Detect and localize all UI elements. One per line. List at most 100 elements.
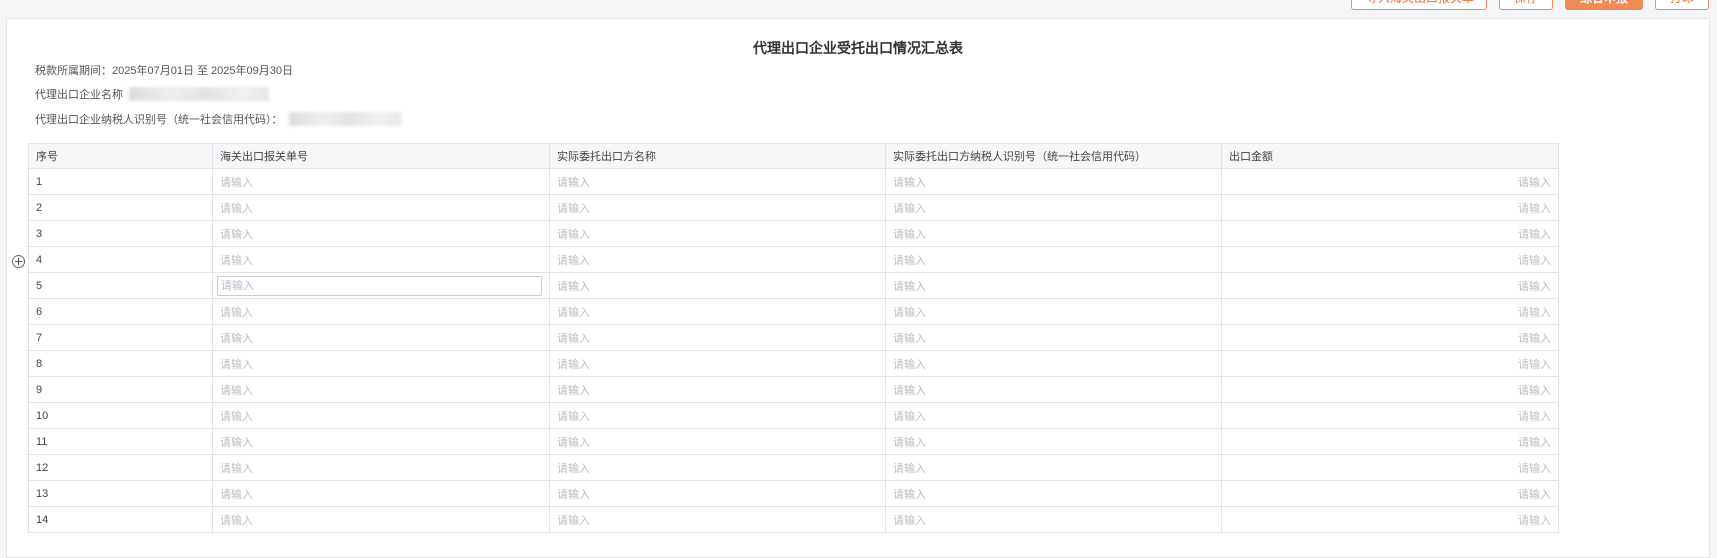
customs-declaration-no-input[interactable]: 请输入	[220, 177, 253, 189]
consignor-name-input[interactable]: 请输入	[557, 359, 590, 371]
import-customs-declaration-button[interactable]: 导入海关出口报关单	[1351, 0, 1487, 10]
consignor-taxpayer-id-input[interactable]: 请输入	[893, 489, 926, 501]
save-button[interactable]: 保存	[1499, 0, 1553, 10]
export-amount-input[interactable]: 请输入	[1518, 437, 1551, 449]
row-index: 9	[28, 376, 213, 403]
export-amount-input[interactable]: 请输入	[1518, 489, 1551, 501]
table-cell: 请输入	[549, 376, 886, 403]
consignor-taxpayer-id-input[interactable]: 请输入	[893, 437, 926, 449]
consignor-taxpayer-id-input[interactable]: 请输入	[893, 359, 926, 371]
consignor-name-input[interactable]: 请输入	[557, 489, 590, 501]
table-cell: 请输入	[549, 246, 886, 273]
consignor-taxpayer-id-input[interactable]: 请输入	[893, 333, 926, 345]
table-cell: 请输入	[885, 480, 1222, 507]
consignor-name-input[interactable]: 请输入	[557, 177, 590, 189]
customs-declaration-no-input[interactable]: 请输入	[220, 515, 253, 527]
table-header-row: 序号 海关出口报关单号 实际委托出口方名称 实际委托出口方纳税人识别号（统一社会…	[28, 143, 1559, 169]
export-amount-input[interactable]: 请输入	[1518, 229, 1551, 241]
customs-declaration-no-input[interactable]: 请输入	[220, 411, 253, 423]
customs-declaration-no-input[interactable]: 请输入	[220, 385, 253, 397]
consignor-name-input[interactable]: 请输入	[557, 307, 590, 319]
table-cell: 请输入	[1221, 298, 1559, 325]
consignor-name-input[interactable]: 请输入	[557, 437, 590, 449]
submit-declaration-button[interactable]: 综合申报	[1565, 0, 1643, 10]
customs-declaration-no-input[interactable]: 请输入	[220, 359, 253, 371]
table-cell: 请输入	[1221, 220, 1559, 247]
table-cell: 请输入	[1221, 402, 1559, 429]
table-cell: 请输入	[1221, 428, 1559, 455]
table-cell: 请输入	[212, 376, 550, 403]
add-circle-icon[interactable]	[12, 255, 25, 268]
customs-declaration-no-input[interactable]: 请输入	[220, 255, 253, 267]
table-cell: 请输入	[212, 298, 550, 325]
customs-declaration-no-input[interactable]: 请输入	[220, 203, 253, 215]
table-cell: 请输入	[549, 480, 886, 507]
customs-declaration-no-input[interactable]: 请输入	[217, 275, 542, 296]
row-index: 4	[28, 246, 213, 273]
consignor-name-input[interactable]: 请输入	[557, 463, 590, 475]
customs-declaration-no-input[interactable]: 请输入	[220, 463, 253, 475]
export-amount-input[interactable]: 请输入	[1518, 281, 1551, 293]
table-cell: 请输入	[212, 168, 550, 195]
table-cell: 请输入	[1221, 324, 1559, 351]
consignor-taxpayer-id-input[interactable]: 请输入	[893, 203, 926, 215]
company-name-label: 代理出口企业名称	[35, 89, 123, 101]
export-amount-input[interactable]: 请输入	[1518, 385, 1551, 397]
consignor-name-input[interactable]: 请输入	[557, 203, 590, 215]
consignor-name-input[interactable]: 请输入	[557, 515, 590, 527]
export-amount-input[interactable]: 请输入	[1518, 307, 1551, 319]
consignor-taxpayer-id-input[interactable]: 请输入	[893, 281, 926, 293]
table-row: 10 请输入 请输入 请输入 请输入	[28, 402, 1559, 429]
row-index: 11	[28, 428, 213, 455]
row-index: 13	[28, 480, 213, 507]
customs-declaration-no-input[interactable]: 请输入	[220, 333, 253, 345]
consignor-name-input[interactable]: 请输入	[557, 281, 590, 293]
consignor-name-input[interactable]: 请输入	[557, 411, 590, 423]
company-name-line: 代理出口企业名称	[35, 86, 269, 102]
table-cell: 请输入	[212, 350, 550, 377]
table-cell: 请输入	[1221, 454, 1559, 481]
export-amount-input[interactable]: 请输入	[1518, 255, 1551, 267]
consignor-taxpayer-id-input[interactable]: 请输入	[893, 229, 926, 241]
table-cell: 请输入	[549, 428, 886, 455]
table-cell: 请输入	[885, 324, 1222, 351]
consignor-name-input[interactable]: 请输入	[557, 255, 590, 267]
table-cell: 请输入	[1221, 168, 1559, 195]
export-amount-input[interactable]: 请输入	[1518, 515, 1551, 527]
customs-declaration-no-input[interactable]: 请输入	[220, 489, 253, 501]
print-button[interactable]: 打印	[1655, 0, 1709, 10]
table-cell: 请输入	[885, 506, 1222, 533]
export-amount-input[interactable]: 请输入	[1518, 411, 1551, 423]
column-header-consignor-name: 实际委托出口方名称	[549, 143, 886, 169]
consignor-taxpayer-id-input[interactable]: 请输入	[893, 307, 926, 319]
customs-declaration-no-input[interactable]: 请输入	[220, 229, 253, 241]
consignor-taxpayer-id-input[interactable]: 请输入	[893, 411, 926, 423]
table-cell: 请输入	[885, 246, 1222, 273]
consignor-taxpayer-id-input[interactable]: 请输入	[893, 177, 926, 189]
consignor-taxpayer-id-input[interactable]: 请输入	[893, 463, 926, 475]
consignor-name-input[interactable]: 请输入	[557, 333, 590, 345]
table-cell: 请输入	[549, 506, 886, 533]
export-amount-input[interactable]: 请输入	[1518, 463, 1551, 475]
table-cell: 请输入	[212, 402, 550, 429]
customs-declaration-no-input[interactable]: 请输入	[220, 307, 253, 319]
table-cell: 请输入	[212, 428, 550, 455]
table-cell: 请输入	[885, 454, 1222, 481]
customs-declaration-no-input[interactable]: 请输入	[220, 437, 253, 449]
row-index: 8	[28, 350, 213, 377]
export-amount-input[interactable]: 请输入	[1518, 177, 1551, 189]
consignor-taxpayer-id-input[interactable]: 请输入	[893, 515, 926, 527]
export-amount-input[interactable]: 请输入	[1518, 203, 1551, 215]
page-title: 代理出口企业受托出口情况汇总表	[753, 40, 963, 56]
row-index: 10	[28, 402, 213, 429]
consignor-name-input[interactable]: 请输入	[557, 229, 590, 241]
export-amount-input[interactable]: 请输入	[1518, 333, 1551, 345]
export-amount-input[interactable]: 请输入	[1518, 359, 1551, 371]
consignor-taxpayer-id-input[interactable]: 请输入	[893, 255, 926, 267]
table-cell: 请输入	[1221, 194, 1559, 221]
table-row: 12 请输入 请输入 请输入 请输入	[28, 454, 1559, 481]
consignor-taxpayer-id-input[interactable]: 请输入	[893, 385, 926, 397]
consignor-name-input[interactable]: 请输入	[557, 385, 590, 397]
table-row: 1 请输入 请输入 请输入 请输入	[28, 168, 1559, 195]
table-cell: 请输入	[212, 246, 550, 273]
